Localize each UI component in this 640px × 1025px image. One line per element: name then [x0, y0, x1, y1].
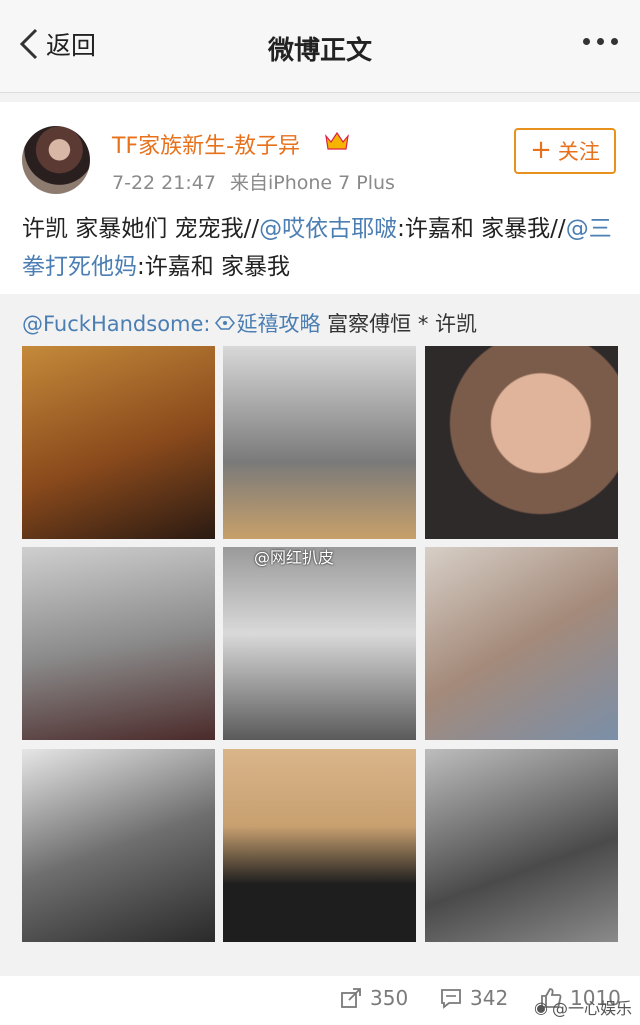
reposted-content[interactable]: @FuckHandsome: 延禧攻略 富察傅恒 * 许凯 @网红扒皮 [0, 294, 640, 976]
grid-image[interactable] [223, 346, 416, 539]
comment-count: 342 [470, 986, 509, 1010]
mention-link[interactable]: @哎依古耶啵 [259, 216, 397, 242]
repost-count: 350 [370, 986, 409, 1010]
grid-image[interactable] [22, 547, 215, 740]
username[interactable]: TF家族新生-敖子异 [112, 128, 300, 160]
dot-icon [597, 38, 604, 45]
image-grid: @网红扒皮 [22, 346, 618, 946]
more-options-button[interactable] [583, 38, 618, 45]
weibo-post-card: TF家族新生-敖子异 7-22 21:47 来自iPhone 7 Plus + … [0, 102, 640, 1025]
image-watermark: @网红扒皮 [254, 548, 335, 567]
grid-image[interactable] [425, 749, 618, 942]
topic-link[interactable]: 延禧攻略 [237, 312, 321, 336]
repost-text-rest: 富察傅恒 * 许凯 [320, 312, 478, 336]
post-text: 许凯 家暴她们 宠宠我//@哎依古耶啵:许嘉和 家暴我//@三拳打死他妈:许嘉和… [22, 210, 622, 286]
comment-button[interactable]: 342 [440, 986, 508, 1010]
weibo-logo-icon: ◉ [534, 997, 548, 1017]
follow-button[interactable]: + 关注 [514, 128, 616, 174]
repost-button[interactable]: 350 [340, 986, 408, 1010]
post-text-part: :许嘉和 家暴我// [397, 216, 566, 242]
grid-image[interactable] [425, 547, 618, 740]
grid-image[interactable] [425, 346, 618, 539]
post-meta: 7-22 21:47 来自iPhone 7 Plus [112, 168, 395, 195]
post-text-part: 许凯 家暴她们 宠宠我// [22, 216, 260, 242]
mention-link[interactable]: @FuckHandsome: [22, 312, 211, 336]
vip-crown-icon [325, 131, 349, 150]
avatar[interactable] [22, 126, 90, 194]
grid-image[interactable] [22, 346, 215, 539]
dot-icon [583, 38, 590, 45]
corner-watermark-text: @一心娱乐 [551, 999, 632, 1018]
follow-label: 关注 [557, 140, 600, 164]
post-text-part: :许嘉和 家暴我 [137, 254, 291, 280]
post-source: 来自iPhone 7 Plus [229, 172, 395, 194]
repost-text: @FuckHandsome: 延禧攻略 富察傅恒 * 许凯 [22, 308, 477, 338]
grid-image[interactable] [22, 749, 215, 942]
grid-image[interactable] [223, 547, 416, 740]
plus-icon: + [530, 134, 552, 165]
share-icon [341, 988, 361, 1008]
dot-icon [611, 38, 618, 45]
corner-watermark: ◉ @一心娱乐 [534, 995, 632, 1019]
page-title: 微博正文 [267, 36, 372, 66]
post-time: 7-22 21:47 [112, 172, 216, 194]
grid-image[interactable] [223, 749, 416, 942]
top-nav-bar: 返回 微博正文 [0, 0, 640, 93]
topic-tag-icon [214, 316, 235, 330]
comment-icon [441, 989, 461, 1009]
